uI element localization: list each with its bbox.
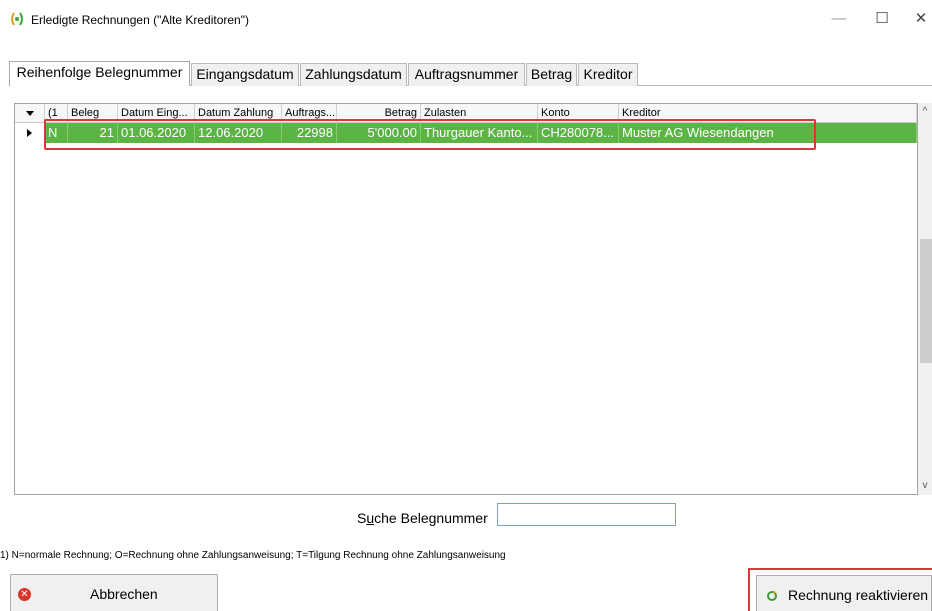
- scroll-up-arrow[interactable]: ^: [918, 105, 932, 119]
- search-label-prefix: S: [357, 510, 367, 526]
- tab-kreditor[interactable]: Kreditor: [578, 63, 638, 86]
- footnote-legend: 1) N=normale Rechnung; O=Rechnung ohne Z…: [0, 550, 506, 561]
- scroll-thumb[interactable]: [920, 239, 932, 363]
- column-menu-button[interactable]: [15, 104, 45, 122]
- cancel-button-label: Abbrechen: [90, 586, 158, 602]
- cancel-button[interactable]: ✕ Abbrechen: [10, 574, 218, 611]
- tab-betrag[interactable]: Betrag: [526, 63, 577, 86]
- vertical-scrollbar[interactable]: ^ v: [918, 103, 932, 495]
- close-button[interactable]: ✕: [909, 8, 932, 30]
- app-logo-icon: [11, 12, 23, 26]
- search-label: Suche Belegnummer: [357, 510, 488, 526]
- search-label-suffix: che Belegnummer: [374, 510, 488, 526]
- reactivate-invoice-button[interactable]: Rechnung reaktivieren: [756, 575, 932, 611]
- invoice-grid[interactable]: (1 Beleg Datum Eing... Datum Zahlung Auf…: [14, 103, 918, 495]
- scroll-down-arrow[interactable]: v: [918, 479, 932, 493]
- row-selector[interactable]: [15, 123, 45, 143]
- title-bar: Erledigte Rechnungen ("Alte Kreditoren")…: [0, 0, 932, 38]
- cancel-x-icon: ✕: [18, 588, 31, 601]
- reactivate-button-label: Rechnung reaktivieren: [788, 587, 929, 603]
- tab-zahlungsdatum[interactable]: Zahlungsdatum: [300, 63, 407, 86]
- window-title: Erledigte Rechnungen ("Alte Kreditoren"): [31, 13, 249, 27]
- tab-auftragsnummer[interactable]: Auftragsnummer: [408, 63, 525, 86]
- maximize-button[interactable]: ☐: [870, 8, 894, 30]
- tab-eingangsdatum[interactable]: Eingangsdatum: [191, 63, 299, 86]
- minimize-button[interactable]: —: [827, 8, 851, 30]
- refresh-arrow-icon: [767, 591, 777, 601]
- search-belegnummer-input[interactable]: [497, 503, 676, 526]
- row-highlight-frame: [44, 119, 816, 150]
- dropdown-arrow-icon: [26, 111, 34, 116]
- tab-reihenfolge-belegnummer[interactable]: Reihenfolge Belegnummer: [9, 61, 190, 86]
- search-label-accesskey: u: [366, 510, 375, 526]
- current-row-arrow-icon: [27, 129, 32, 137]
